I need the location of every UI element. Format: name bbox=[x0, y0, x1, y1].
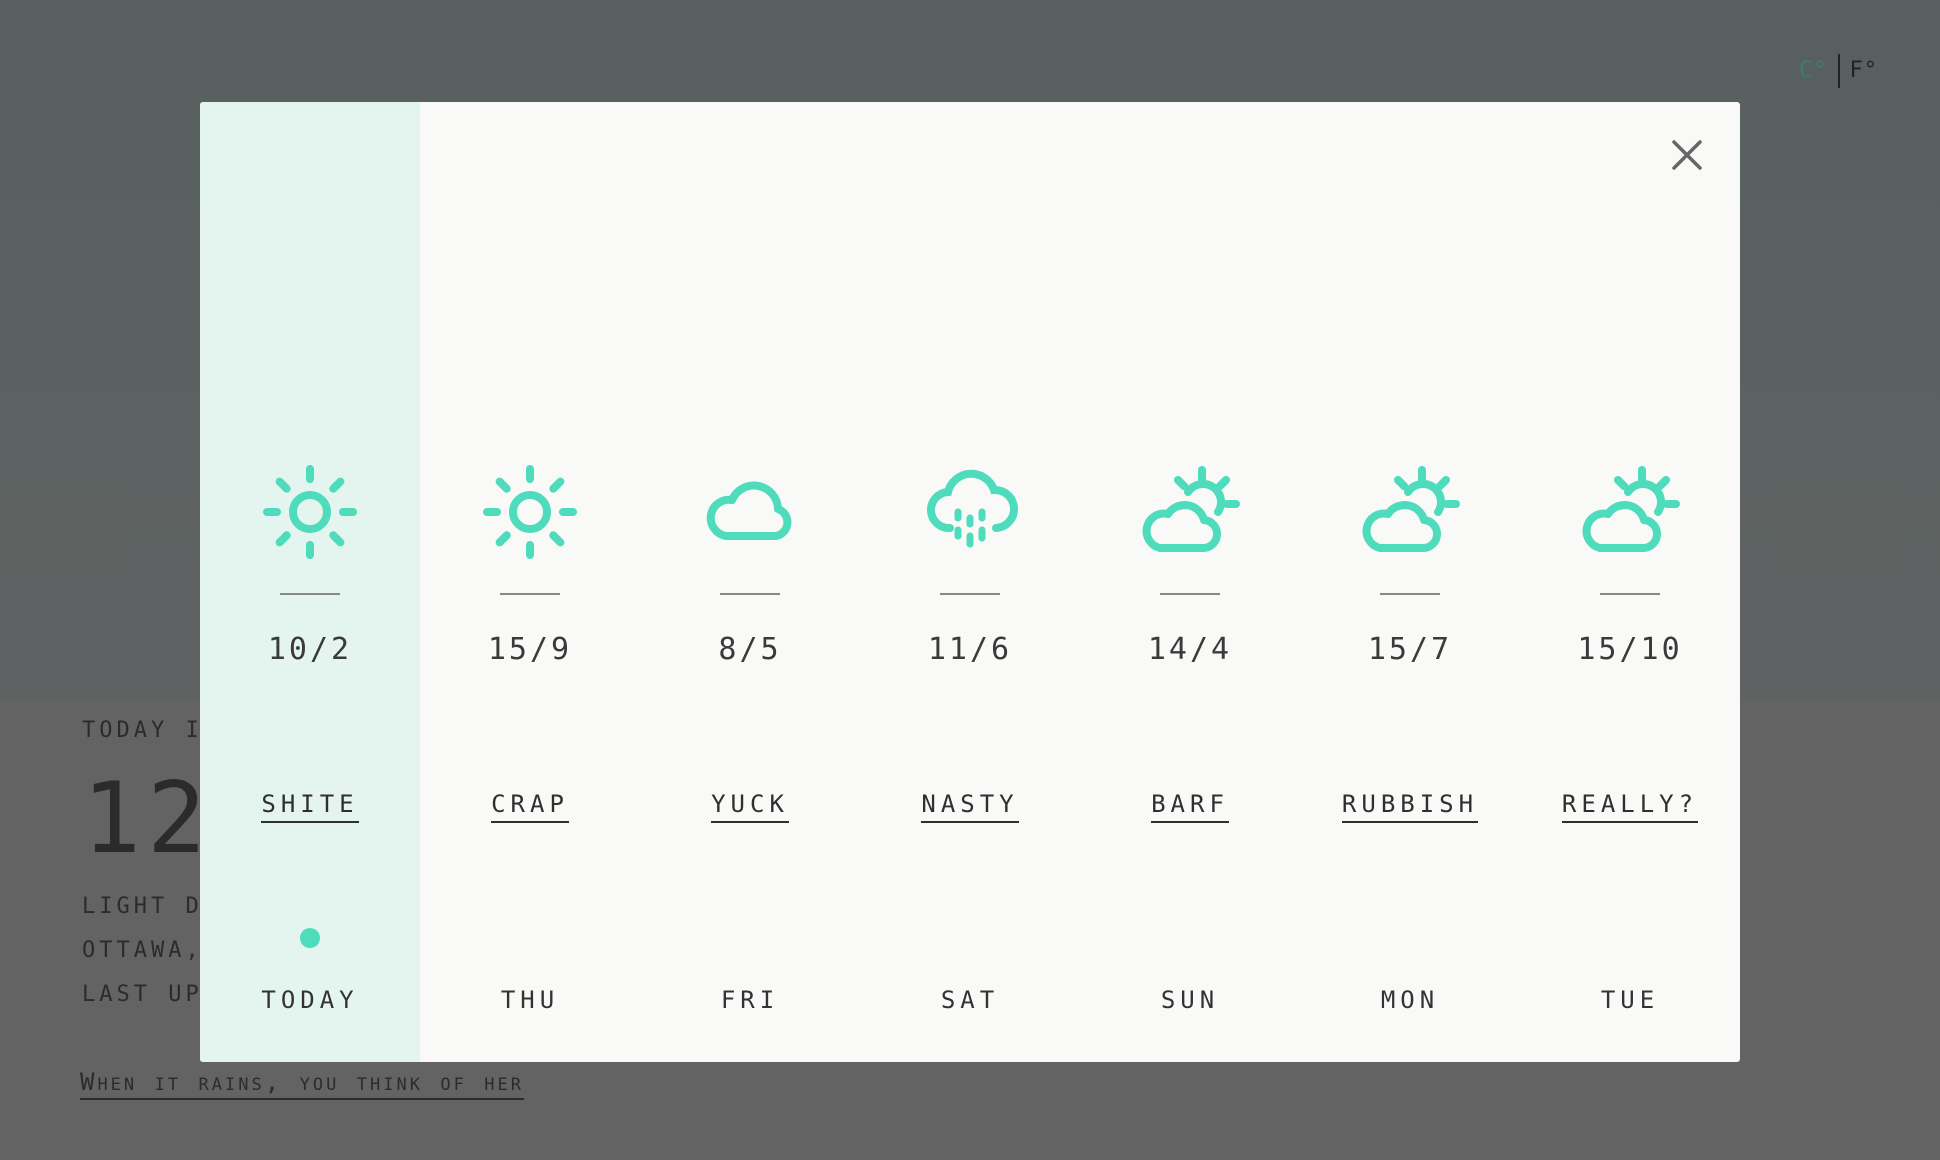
partly-cloudy-icon bbox=[1582, 466, 1680, 553]
verdict-link[interactable]: BARF bbox=[1151, 790, 1229, 823]
partly-cloudy-icon bbox=[1142, 466, 1240, 553]
temperature-range: 14/4 bbox=[1147, 632, 1233, 667]
verdict-link[interactable]: SHITE bbox=[261, 790, 359, 823]
verdict-wrap: BARF bbox=[1080, 790, 1300, 823]
day-name: TUE bbox=[1600, 986, 1660, 1014]
day-name: THU bbox=[500, 986, 560, 1014]
forecast-days: 10/2 SHITE TODAY 15/9 CRAP THU 8/5 YUCK … bbox=[200, 102, 1740, 1062]
cloud-icon bbox=[706, 481, 792, 540]
verdict-wrap: RUBBISH bbox=[1300, 790, 1520, 823]
divider bbox=[1160, 593, 1220, 595]
temperature-range: 15/10 bbox=[1577, 632, 1683, 667]
unit-separator bbox=[1837, 54, 1840, 88]
cloud-drizzle-icon bbox=[926, 469, 1019, 548]
day-name: TODAY bbox=[261, 986, 359, 1014]
divider bbox=[1600, 593, 1660, 595]
forecast-day-fri[interactable]: 8/5 YUCK FRI bbox=[640, 102, 860, 1062]
weather-icon-wrap bbox=[470, 452, 590, 572]
divider bbox=[1380, 593, 1440, 595]
weather-icon-wrap bbox=[250, 452, 370, 572]
divider bbox=[720, 593, 780, 595]
verdict-link[interactable]: REALLY? bbox=[1561, 790, 1699, 823]
divider bbox=[280, 593, 340, 595]
verdict-link[interactable]: YUCK bbox=[711, 790, 789, 823]
weather-icon-wrap bbox=[1130, 452, 1250, 572]
weather-icon-wrap bbox=[910, 452, 1030, 572]
temperature-range: 10/2 bbox=[267, 632, 353, 667]
weather-icon-wrap bbox=[1350, 452, 1470, 572]
day-name: FRI bbox=[720, 986, 780, 1014]
day-name: SAT bbox=[940, 986, 1000, 1014]
close-icon bbox=[1672, 140, 1702, 170]
location-text: OTTAWA, bbox=[82, 938, 203, 963]
forecast-day-tue[interactable]: 15/10 REALLY? TUE bbox=[1520, 102, 1740, 1062]
temperature-range: 15/7 bbox=[1367, 632, 1453, 667]
weather-icon-wrap bbox=[690, 452, 810, 572]
unit-toggle: C° F° bbox=[1799, 54, 1878, 88]
verdict-wrap: NASTY bbox=[860, 790, 1080, 823]
verdict-wrap: CRAP bbox=[420, 790, 640, 823]
verdict-link[interactable]: RUBBISH bbox=[1341, 790, 1479, 823]
verdict-link[interactable]: NASTY bbox=[921, 790, 1019, 823]
forecast-day-mon[interactable]: 15/7 RUBBISH MON bbox=[1300, 102, 1520, 1062]
temperature-range: 11/6 bbox=[927, 632, 1013, 667]
forecast-day-today[interactable]: 10/2 SHITE TODAY bbox=[200, 102, 420, 1062]
sun-icon bbox=[483, 465, 577, 559]
forecast-day-sat[interactable]: 11/6 NASTY SAT bbox=[860, 102, 1080, 1062]
forecast-modal: 10/2 SHITE TODAY 15/9 CRAP THU 8/5 YUCK … bbox=[200, 102, 1740, 1062]
verdict-link[interactable]: CRAP bbox=[491, 790, 569, 823]
verdict-wrap: REALLY? bbox=[1520, 790, 1740, 823]
weather-icon-wrap bbox=[1570, 452, 1690, 572]
fahrenheit-toggle[interactable]: F° bbox=[1850, 58, 1879, 83]
verdict-wrap: SHITE bbox=[200, 790, 420, 823]
selected-day-indicator bbox=[300, 928, 320, 948]
day-name: SUN bbox=[1160, 986, 1220, 1014]
close-button[interactable] bbox=[1670, 138, 1704, 172]
divider bbox=[500, 593, 560, 595]
partly-cloudy-icon bbox=[1362, 466, 1460, 553]
celsius-toggle[interactable]: C° bbox=[1799, 58, 1828, 83]
sun-icon bbox=[263, 465, 357, 559]
forecast-day-thu[interactable]: 15/9 CRAP THU bbox=[420, 102, 640, 1062]
forecast-day-sun[interactable]: 14/4 BARF SUN bbox=[1080, 102, 1300, 1062]
temperature-range: 15/9 bbox=[487, 632, 573, 667]
current-temperature: 12 bbox=[82, 762, 213, 876]
divider bbox=[940, 593, 1000, 595]
quote-link[interactable]: When it rains, you think of her bbox=[80, 1068, 524, 1100]
verdict-wrap: YUCK bbox=[640, 790, 860, 823]
day-name: MON bbox=[1380, 986, 1440, 1014]
temperature-range: 8/5 bbox=[718, 632, 782, 667]
